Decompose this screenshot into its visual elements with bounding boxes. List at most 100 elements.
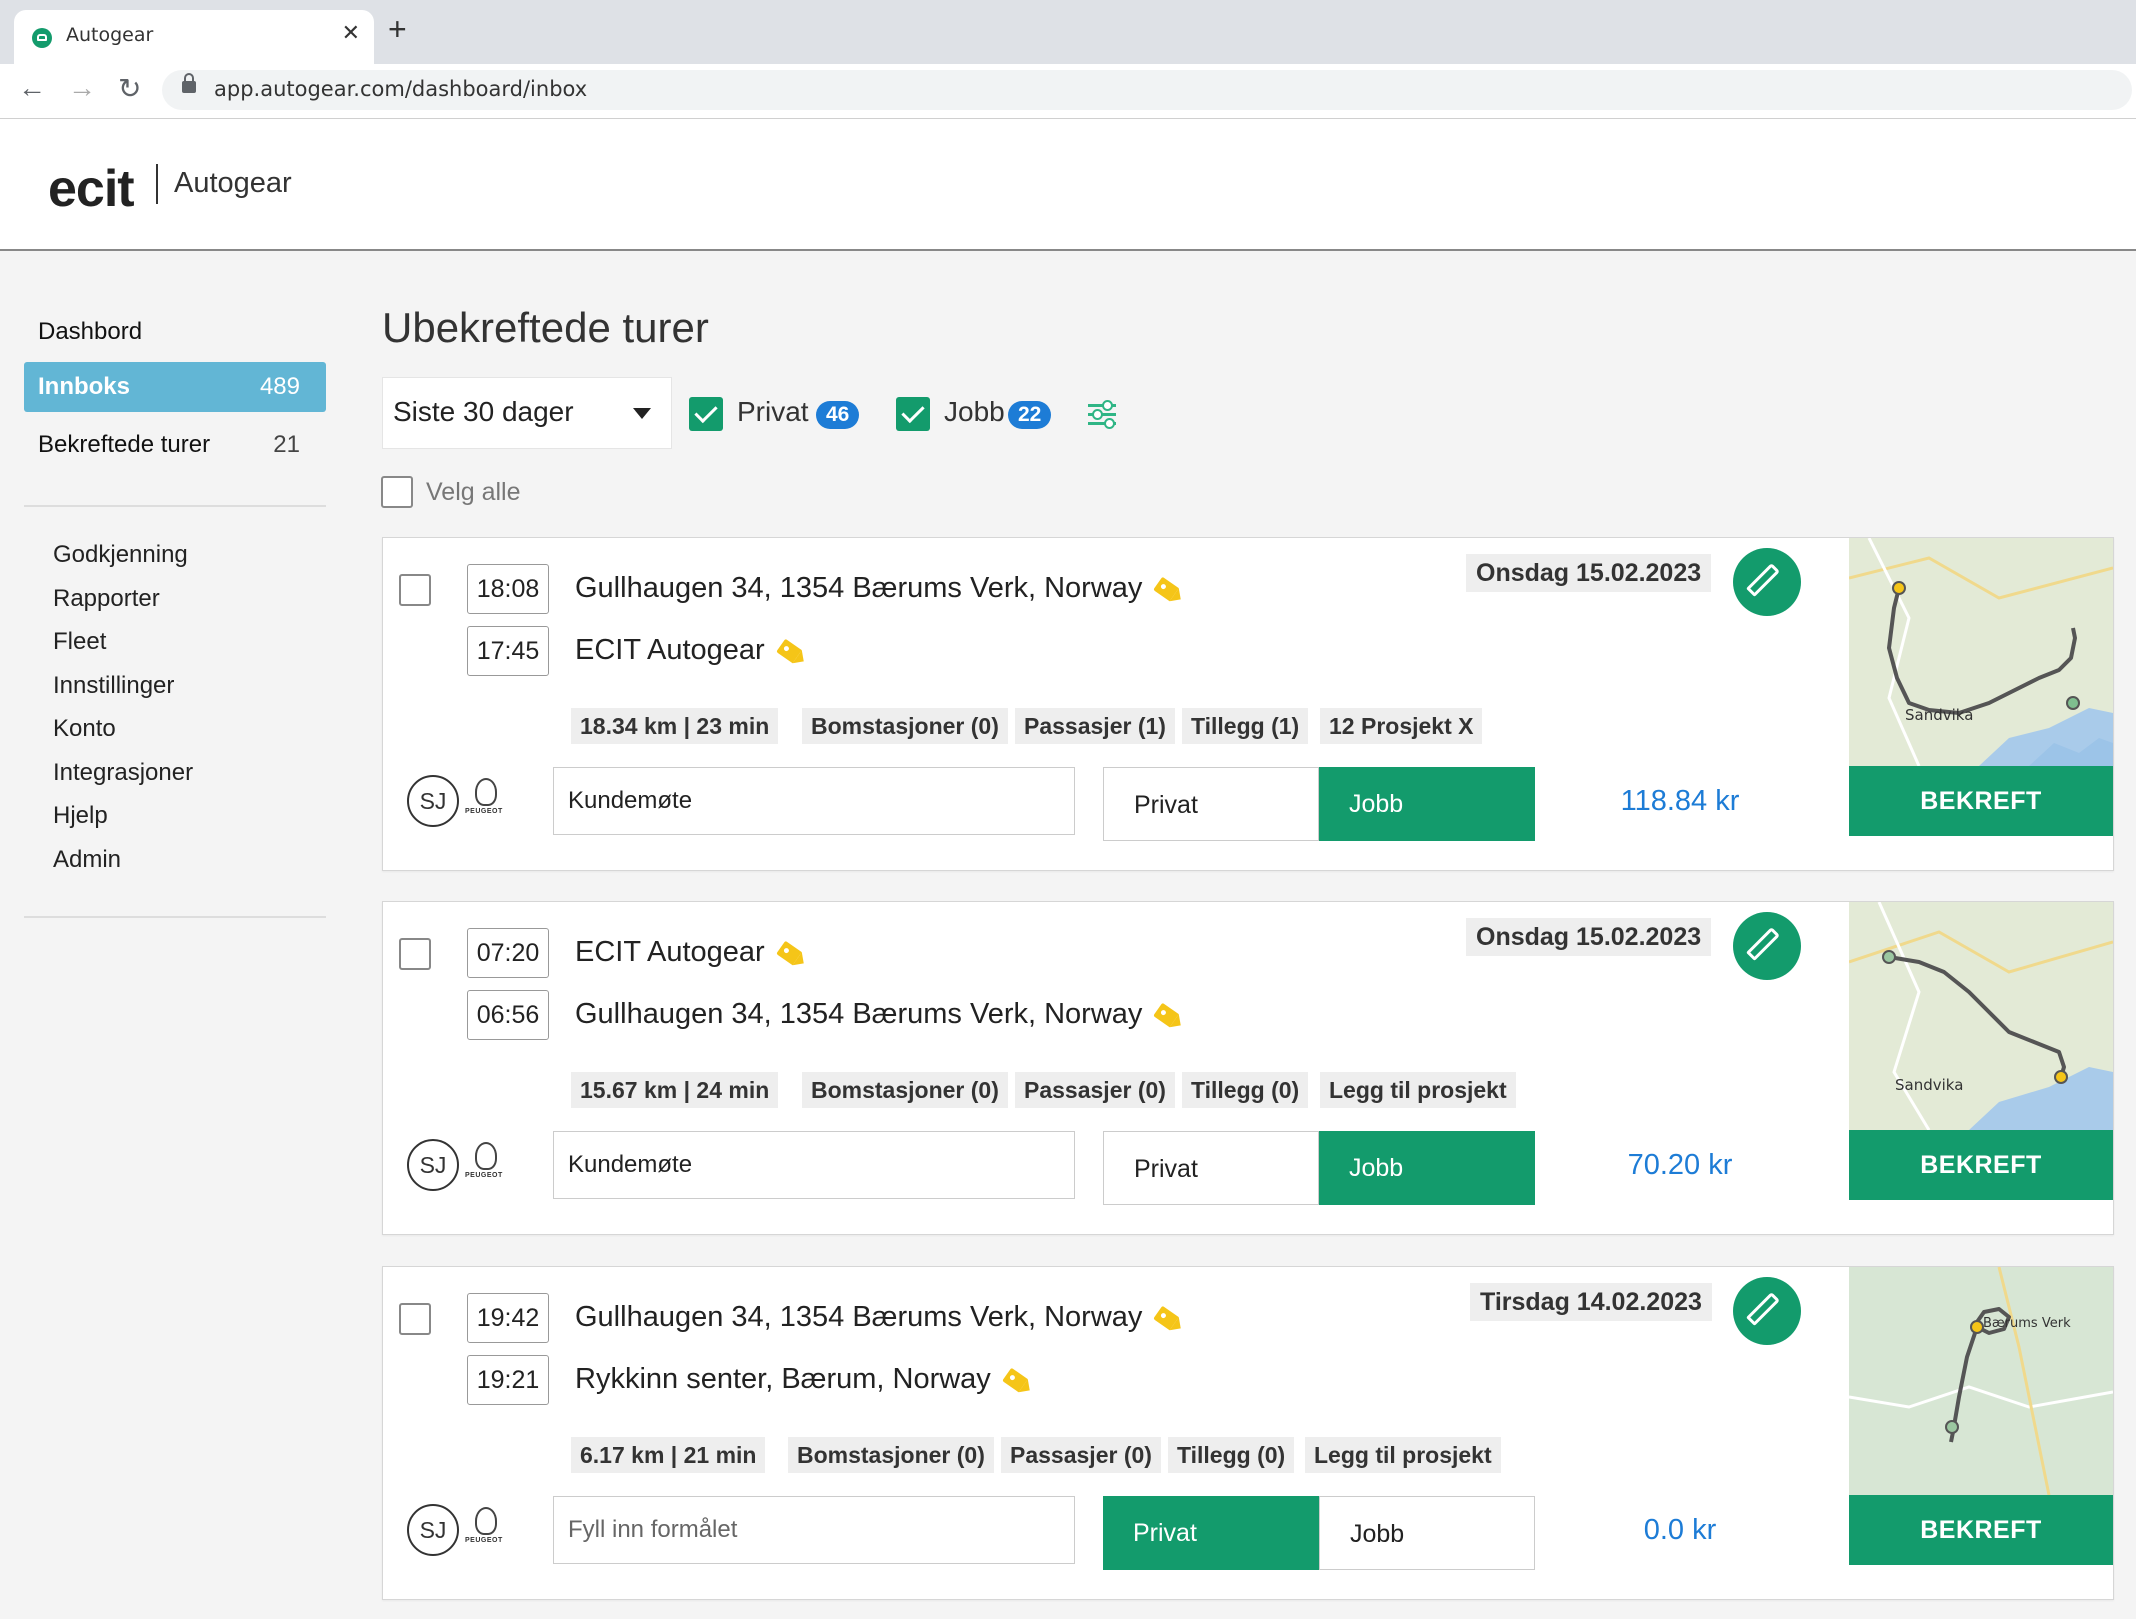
address-bar: ← → ↻ app.autogear.com/dashboard/inbox xyxy=(0,64,2136,119)
chip-bomstasjoner[interactable]: Bomstasjoner (0) xyxy=(788,1437,994,1473)
trip-end-time: 07:20 xyxy=(467,928,549,978)
filter-jobb-label: Jobb xyxy=(944,396,1005,427)
tag-icon[interactable] xyxy=(1153,1003,1180,1028)
filter-jobb-checkbox[interactable] xyxy=(896,397,930,431)
edit-trip-button[interactable] xyxy=(1733,1277,1801,1345)
route-map[interactable]: Bærums Verk xyxy=(1849,1267,2113,1495)
jobb-toggle[interactable]: Jobb xyxy=(1319,1131,1535,1205)
browser-tab[interactable]: Autogear ✕ xyxy=(14,10,374,64)
chip-passasjer[interactable]: Passasjer (1) xyxy=(1015,708,1175,744)
tag-icon[interactable] xyxy=(1153,1306,1180,1331)
chip-passasjer[interactable]: Passasjer (0) xyxy=(1015,1072,1175,1108)
sidebar-item-count: 21 xyxy=(273,431,300,458)
sidebar-item-label: Dashbord xyxy=(38,318,143,345)
filter-settings-icon[interactable] xyxy=(1088,400,1116,429)
period-dropdown[interactable]: Siste 30 dager xyxy=(382,377,672,449)
chip-passasjer[interactable]: Passasjer (0) xyxy=(1001,1437,1161,1473)
autogear-favicon-icon xyxy=(32,28,52,48)
privat-toggle[interactable]: Privat xyxy=(1103,767,1319,841)
chip-tillegg[interactable]: Tillegg (1) xyxy=(1182,708,1309,744)
chip-tillegg[interactable]: Tillegg (0) xyxy=(1182,1072,1309,1108)
purpose-input[interactable]: Kundemøte xyxy=(553,1131,1075,1199)
peugeot-logo-icon: PEUGEOT xyxy=(465,1507,511,1549)
confirm-button[interactable]: BEKREFT xyxy=(1849,1495,2113,1565)
privat-toggle[interactable]: Privat xyxy=(1103,1131,1319,1205)
trip-end-time: 19:42 xyxy=(467,1293,549,1343)
trip-amount: 118.84 kr xyxy=(1620,785,1740,817)
filter-jobb-count-badge: 22 xyxy=(1008,401,1052,429)
tag-icon[interactable] xyxy=(775,639,802,664)
trip-card: 07:20 ECIT Autogear 06:56 Gullhaugen 34,… xyxy=(382,901,2114,1235)
trip-amount: 70.20 kr xyxy=(1627,1149,1733,1181)
tab-close-icon[interactable]: ✕ xyxy=(342,20,360,46)
trip-end-address-text: ECIT Autogear xyxy=(575,936,765,968)
trip-card: 19:42 Gullhaugen 34, 1354 Bærums Verk, N… xyxy=(382,1266,2114,1600)
sidebar-link-godkjenning[interactable]: Godkjenning xyxy=(53,541,188,569)
purpose-input[interactable]: Fyll inn formålet xyxy=(553,1496,1075,1564)
driver-avatar: SJ xyxy=(407,1504,459,1556)
sidebar-link-integrasjoner[interactable]: Integrasjoner xyxy=(53,759,193,787)
sidebar-item-bekreftede-turer[interactable]: Bekreftede turer 21 xyxy=(24,420,326,470)
trip-start-time: 17:45 xyxy=(467,626,549,676)
sidebar-item-dashbord[interactable]: Dashbord xyxy=(24,307,326,357)
chip-prosjekt[interactable]: Legg til prosjekt xyxy=(1305,1437,1501,1473)
confirm-button[interactable]: BEKREFT xyxy=(1849,1130,2113,1200)
sidebar-link-rapporter[interactable]: Rapporter xyxy=(53,585,160,613)
filter-privat-checkbox[interactable] xyxy=(689,397,723,431)
edit-trip-button[interactable] xyxy=(1733,912,1801,980)
filter-privat-count-badge: 46 xyxy=(816,401,860,429)
chip-tillegg[interactable]: Tillegg (0) xyxy=(1168,1437,1295,1473)
route-map[interactable]: Sandvika xyxy=(1849,902,2113,1130)
sidebar-item-label: Bekreftede turer xyxy=(38,431,211,458)
sidebar-link-admin[interactable]: Admin xyxy=(53,846,121,874)
privat-toggle[interactable]: Privat xyxy=(1103,1496,1319,1570)
jobb-toggle[interactable]: Jobb xyxy=(1319,1496,1535,1570)
sidebar-link-hjelp[interactable]: Hjelp xyxy=(53,802,108,830)
trip-select-checkbox[interactable] xyxy=(399,938,431,970)
sidebar-item-innboks[interactable]: Innboks 489 xyxy=(24,362,326,412)
caret-down-icon xyxy=(633,408,651,419)
chip-distance-duration: 15.67 km | 24 min xyxy=(571,1072,779,1108)
trip-select-checkbox[interactable] xyxy=(399,574,431,606)
logo-divider xyxy=(156,164,158,204)
trip-end-address: Gullhaugen 34, 1354 Bærums Verk, Norway xyxy=(575,1301,1180,1334)
trip-start-address-text: Rykkinn senter, Bærum, Norway xyxy=(575,1363,991,1395)
sidebar-item-count: 489 xyxy=(259,373,300,400)
trip-select-checkbox[interactable] xyxy=(399,1303,431,1335)
tag-icon[interactable] xyxy=(1002,1368,1028,1393)
url-field[interactable]: app.autogear.com/dashboard/inbox xyxy=(162,70,2132,110)
purpose-input[interactable]: Kundemøte xyxy=(553,767,1075,835)
brand-label: PEUGEOT xyxy=(465,1537,503,1544)
trip-start-address: Gullhaugen 34, 1354 Bærums Verk, Norway xyxy=(575,998,1180,1031)
confirm-button[interactable]: BEKREFT xyxy=(1849,766,2113,836)
trip-date-badge: Onsdag 15.02.2023 xyxy=(1466,918,1712,956)
sidebar-link-konto[interactable]: Konto xyxy=(53,715,116,743)
tag-icon[interactable] xyxy=(1153,577,1180,602)
ecit-logo[interactable]: ecit xyxy=(48,159,135,219)
reload-icon[interactable]: ↻ xyxy=(118,72,141,105)
route-map[interactable]: Sandvika xyxy=(1849,538,2113,766)
new-tab-button[interactable]: + xyxy=(388,13,407,45)
browser-tabstrip: Autogear ✕ + xyxy=(0,0,2136,64)
chip-bomstasjoner[interactable]: Bomstasjoner (0) xyxy=(802,708,1008,744)
map-place-label: Sandvika xyxy=(1895,1076,1963,1094)
chip-prosjekt[interactable]: 12 Prosjekt X xyxy=(1320,708,1483,744)
tag-icon[interactable] xyxy=(775,941,802,966)
sidebar-link-fleet[interactable]: Fleet xyxy=(53,628,106,656)
trip-end-address: ECIT Autogear xyxy=(575,936,802,969)
trip-end-address: Gullhaugen 34, 1354 Bærums Verk, Norway xyxy=(575,572,1180,605)
forward-arrow-icon[interactable]: → xyxy=(68,72,96,104)
peugeot-logo-icon: PEUGEOT xyxy=(465,1142,511,1184)
select-all-checkbox[interactable] xyxy=(381,476,413,508)
sidebar-link-innstillinger[interactable]: Innstillinger xyxy=(53,672,174,700)
jobb-toggle[interactable]: Jobb xyxy=(1319,767,1535,841)
chip-prosjekt[interactable]: Legg til prosjekt xyxy=(1320,1072,1516,1108)
back-arrow-icon[interactable]: ← xyxy=(18,72,46,104)
edit-trip-button[interactable] xyxy=(1733,548,1801,616)
chip-bomstasjoner[interactable]: Bomstasjoner (0) xyxy=(802,1072,1008,1108)
period-value: Siste 30 dager xyxy=(393,396,574,427)
trip-end-address-text: Gullhaugen 34, 1354 Bærums Verk, Norway xyxy=(575,1301,1143,1333)
trip-end-address-text: Gullhaugen 34, 1354 Bærums Verk, Norway xyxy=(575,572,1143,604)
filter-privat-label: Privat xyxy=(737,396,809,427)
trip-start-time: 06:56 xyxy=(467,990,549,1040)
